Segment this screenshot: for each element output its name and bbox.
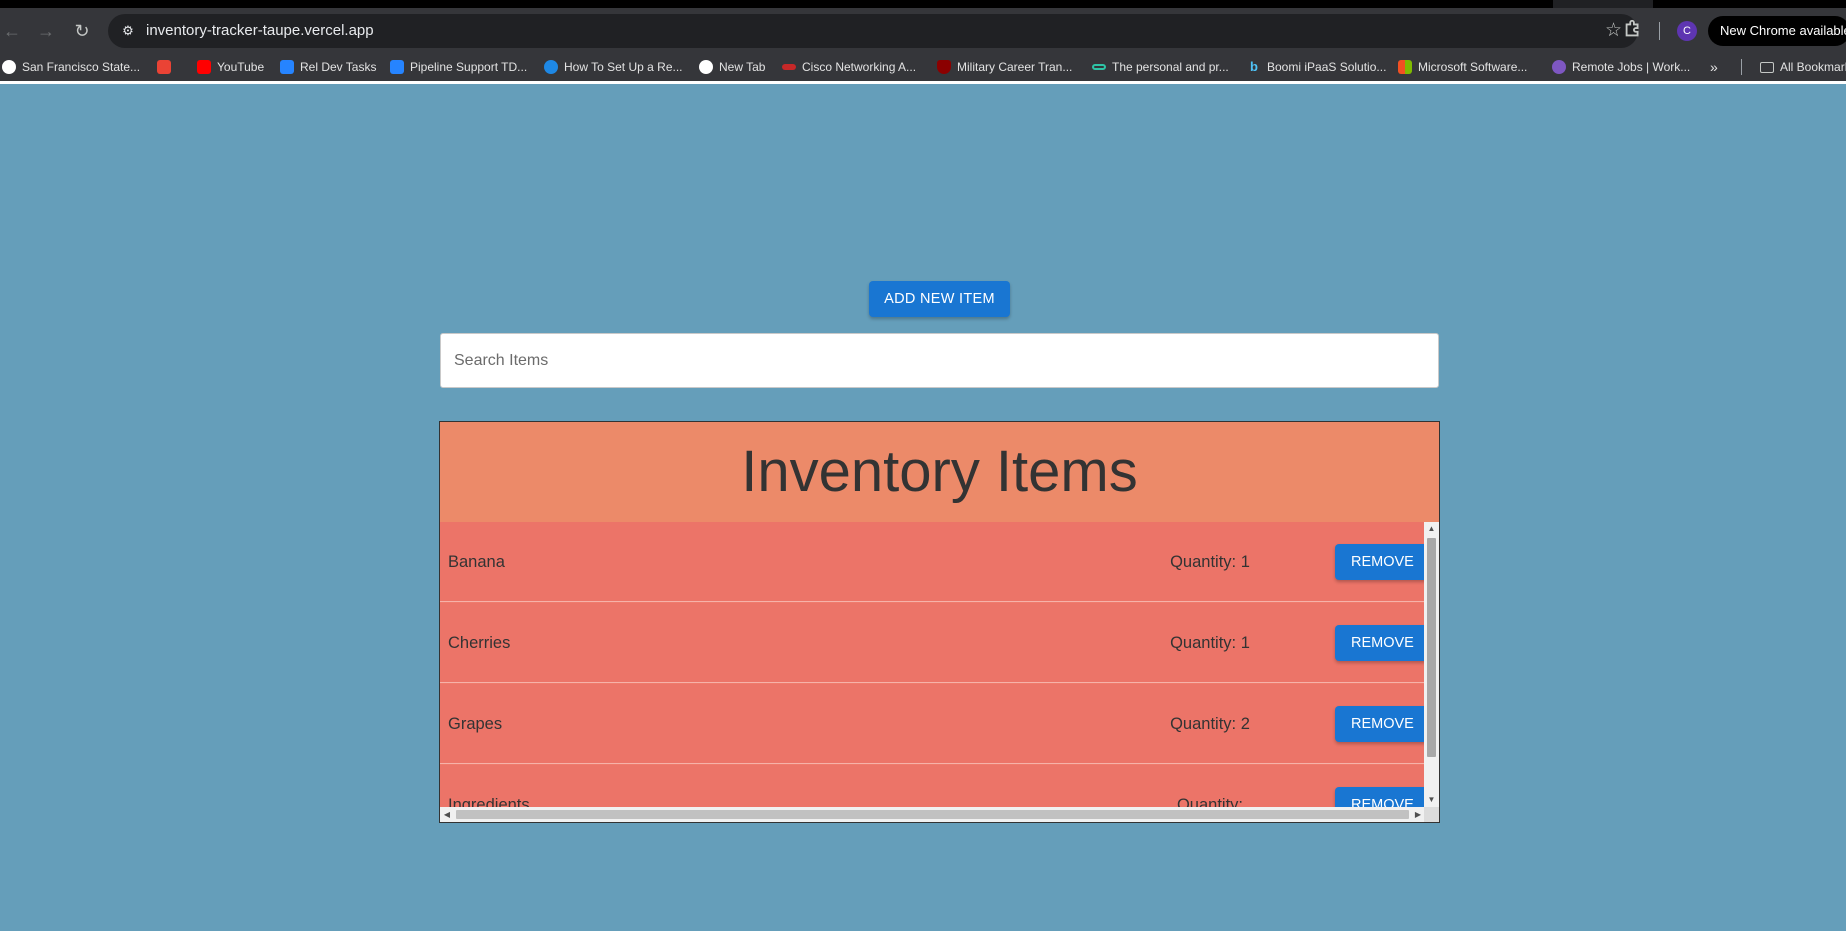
item-name: Grapes [448, 715, 503, 733]
globe-icon [699, 60, 713, 74]
horizontal-scrollbar[interactable]: ◀ ▶ [440, 807, 1439, 822]
remove-button[interactable]: REMOVE [1335, 544, 1424, 580]
scroll-up-icon[interactable]: ▲ [1424, 522, 1439, 536]
bookmark-label: Microsoft Software... [1418, 60, 1528, 74]
reload-icon[interactable]: ↻ [70, 19, 94, 43]
vertical-scrollbar[interactable]: ▲ ▼ [1424, 522, 1439, 807]
bookmark-item[interactable]: Rel Dev Tasks [280, 53, 376, 81]
list-item: Grapes Quantity: 2 REMOVE [440, 684, 1424, 764]
remove-button[interactable]: REMOVE [1335, 706, 1424, 742]
bookmark-item[interactable]: How To Set Up a Re... [544, 53, 683, 81]
bookmark-star-icon[interactable]: ☆ [1605, 19, 1622, 43]
tab-strip [1553, 0, 1653, 8]
shield-icon [937, 60, 951, 74]
list-item: Cherries Quantity: 1 REMOVE [440, 603, 1424, 683]
scrollbar-corner [1424, 807, 1439, 822]
browser-toolbar: ← → ↻ ⚙ inventory-tracker-taupe.vercel.a… [0, 8, 1846, 53]
jira-icon [280, 60, 294, 74]
window-top-strip [0, 0, 1846, 8]
bookmark-label: New Tab [719, 60, 766, 74]
list-item: Banana Quantity: 1 REMOVE [440, 522, 1424, 602]
item-name: Ingredients [448, 796, 530, 807]
bookmark-label: Boomi iPaaS Solutio... [1267, 60, 1387, 74]
bookmark-label: YouTube [217, 60, 265, 74]
item-name: Cherries [448, 634, 511, 652]
bookmark-item[interactable]: Remote Jobs | Work... [1552, 53, 1690, 81]
gmail-icon [157, 60, 171, 74]
all-bookmarks-button[interactable]: All Bookmarks [1760, 53, 1846, 81]
remove-button[interactable]: REMOVE [1335, 787, 1424, 807]
remove-button[interactable]: REMOVE [1335, 625, 1424, 661]
forward-icon[interactable]: → [34, 19, 58, 43]
bookmark-item[interactable]: Microsoft Software... [1398, 53, 1527, 81]
scroll-right-icon[interactable]: ▶ [1411, 807, 1425, 822]
bookmark-label: The personal and pr... [1112, 60, 1229, 74]
all-bookmarks-label: All Bookmarks [1780, 60, 1846, 74]
horizontal-scroll-thumb[interactable] [456, 810, 1409, 819]
more-bookmarks-icon[interactable]: » [1710, 53, 1718, 81]
jira-icon [390, 60, 404, 74]
bookmarks-divider [1741, 59, 1742, 75]
bookmark-label: Cisco Networking A... [802, 60, 917, 74]
address-bar[interactable]: ⚙ inventory-tracker-taupe.vercel.app ☆ [108, 14, 1638, 48]
bookmark-label: How To Set Up a Re... [564, 60, 683, 74]
profile-avatar[interactable]: C [1677, 21, 1697, 41]
bookmark-label: Pipeline Support TD... [410, 60, 528, 74]
devops-icon [544, 60, 558, 74]
bookmark-item[interactable]: Cisco Networking A... [782, 53, 916, 81]
toolbar-divider [1659, 22, 1660, 40]
new-chrome-available-button[interactable]: New Chrome available [1708, 16, 1846, 46]
extensions-icon[interactable] [1622, 18, 1646, 42]
item-quantity: Quantity: 2 [1170, 715, 1250, 733]
bookmarks-bar: San Francisco State... YouTube Rel Dev T… [0, 53, 1846, 81]
bookmark-item[interactable]: San Francisco State... [2, 53, 140, 81]
rocket-icon [1552, 60, 1566, 74]
card-icon [1092, 64, 1106, 70]
inventory-list[interactable]: Banana Quantity: 1 REMOVE Cherries Quant… [440, 522, 1424, 807]
bookmark-item[interactable] [157, 53, 171, 81]
item-name: Banana [448, 553, 505, 571]
bookmark-label: Rel Dev Tasks [300, 60, 377, 74]
page-background [0, 84, 1846, 97]
url-text[interactable]: inventory-tracker-taupe.vercel.app [146, 14, 374, 48]
youtube-icon [197, 60, 211, 74]
panel-header: Inventory Items [440, 422, 1439, 522]
item-quantity: Quantity: 1 [1170, 553, 1250, 571]
vertical-scroll-thumb[interactable] [1427, 538, 1436, 757]
scroll-down-icon[interactable]: ▼ [1424, 793, 1439, 807]
bookmark-item[interactable]: YouTube [197, 53, 264, 81]
item-quantity: Quantity: 1 [1170, 634, 1250, 652]
search-input[interactable] [440, 333, 1439, 388]
cisco-icon [782, 64, 796, 70]
bookmark-item[interactable]: Military Career Tran... [937, 53, 1072, 81]
globe-icon [2, 60, 16, 74]
inventory-panel: Inventory Items Banana Quantity: 1 REMOV… [439, 421, 1440, 823]
bookmark-item[interactable]: New Tab [699, 53, 765, 81]
back-icon[interactable]: ← [0, 19, 24, 43]
bookmark-label: San Francisco State... [22, 60, 141, 74]
microsoft-icon [1398, 60, 1412, 74]
bookmark-item[interactable]: b Boomi iPaaS Solutio... [1247, 53, 1386, 81]
list-item: Ingredients Quantity: REMOVE [440, 765, 1424, 807]
bookmark-item[interactable]: The personal and pr... [1092, 53, 1229, 81]
scroll-left-icon[interactable]: ◀ [440, 807, 454, 822]
folder-icon [1760, 61, 1774, 73]
page-title: Inventory Items [741, 439, 1138, 504]
bookmark-item[interactable]: Pipeline Support TD... [390, 53, 527, 81]
bookmark-label: Remote Jobs | Work... [1572, 60, 1691, 74]
add-new-item-button[interactable]: ADD NEW ITEM [869, 281, 1010, 317]
bookmark-label: Military Career Tran... [957, 60, 1073, 74]
boomi-icon: b [1250, 59, 1258, 74]
site-info-icon[interactable]: ⚙ [118, 21, 138, 41]
item-quantity: Quantity: [1176, 796, 1244, 807]
